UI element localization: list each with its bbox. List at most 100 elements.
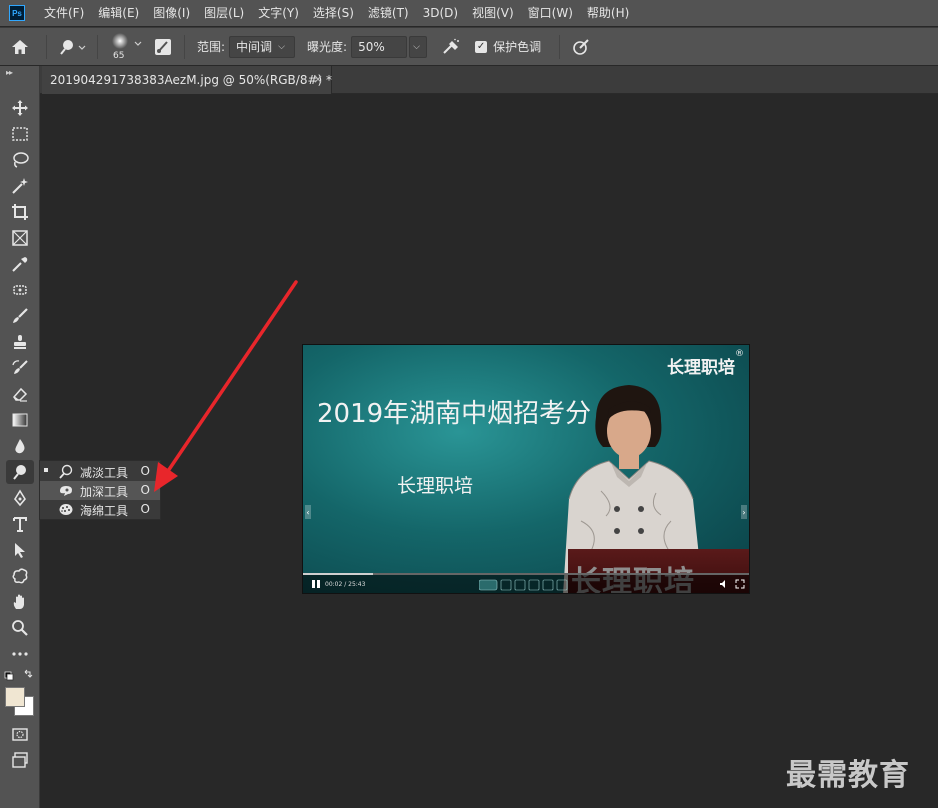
home-icon[interactable] (0, 39, 40, 55)
exposure-slider-toggle[interactable]: ⌵ (409, 35, 428, 58)
protect-tones-checkbox[interactable]: ✓ (475, 40, 488, 53)
video-progress-fill (303, 573, 373, 575)
hand-tool[interactable] (6, 590, 34, 614)
menu-view[interactable]: 视图(V) (465, 0, 521, 26)
flyout-item-sponge[interactable]: 海绵工具 O (40, 500, 160, 519)
healing-brush-tool[interactable] (6, 278, 34, 302)
exposure-value: 50% (358, 39, 385, 54)
dodge-tool[interactable] (6, 460, 34, 484)
panel-collapse-icon[interactable]: ▸▸ (6, 68, 13, 77)
chevron-down-icon: ⌵ (413, 41, 420, 52)
flyout-item-label: 减淡工具 (80, 466, 129, 480)
eraser-tool[interactable] (6, 382, 34, 406)
video-control-buttons (479, 579, 568, 591)
video-time: 00:02 / 25:43 (325, 581, 366, 588)
menu-layer[interactable]: 图层(L) (197, 0, 251, 26)
document-tab-title: 201904291738383AezM.jpg @ 50%(RGB/8#) * (50, 73, 333, 87)
volume-icon (720, 580, 725, 588)
hand-icon (13, 594, 24, 609)
exposure-label: 曝光度: (307, 40, 348, 54)
tools-panel: ▸▸ (0, 66, 40, 808)
pressure-size-button[interactable] (566, 38, 596, 56)
dodge-tool-icon (60, 39, 86, 55)
brush-settings-button[interactable] (148, 38, 178, 56)
stamp-icon (14, 335, 26, 349)
dodge-icon (59, 464, 73, 479)
red-annotation-arrow (154, 280, 298, 492)
type-icon (13, 517, 27, 532)
menu-file[interactable]: 文件(F) (37, 0, 91, 26)
custom-shape-icon (12, 568, 28, 584)
menu-3d[interactable]: 3D(D) (416, 0, 465, 26)
document-tab-bar: 201904291738383AezM.jpg @ 50%(RGB/8#) * … (40, 66, 938, 94)
range-value: 中间调 (236, 40, 273, 54)
crop-icon (12, 204, 28, 220)
menu-type[interactable]: 文字(Y) (251, 0, 306, 26)
pen-tool[interactable] (6, 486, 34, 510)
range-select[interactable]: 中间调 ⌵ (229, 35, 296, 58)
gradient-icon (12, 413, 28, 427)
tool-preset-picker[interactable] (53, 38, 91, 56)
document-canvas-image[interactable]: 长理职培 ® 2019年湖南中烟招考分 长理职培 长理职培 ‹ › 00:02 … (302, 344, 750, 594)
foreground-color-swatch[interactable] (5, 687, 25, 707)
watermark: 最需教育 (786, 758, 910, 793)
separator (559, 34, 561, 59)
move-icon (12, 100, 28, 116)
photoshop-logo[interactable]: Ps (9, 5, 25, 21)
color-controls (4, 668, 36, 682)
arrow-cursor-icon (15, 543, 25, 558)
pressure-icon (573, 38, 589, 55)
canvas-title-text: 2019年湖南中烟招考分 (317, 399, 592, 429)
close-icon[interactable]: × (313, 72, 323, 86)
swap-colors-icon[interactable] (24, 669, 33, 678)
burn-icon (60, 486, 72, 496)
menu-select[interactable]: 选择(S) (306, 0, 361, 26)
menu-image[interactable]: 图像(I) (146, 0, 197, 26)
exposure-input[interactable]: 50% (351, 35, 408, 58)
dodge-icon (13, 465, 26, 480)
marquee-tool[interactable] (6, 122, 34, 146)
water-drop-icon (15, 439, 25, 454)
frame-tool[interactable] (6, 226, 34, 250)
frame-icon (12, 230, 28, 246)
crop-tool[interactable] (6, 200, 34, 224)
rectangle-marquee-icon (12, 127, 28, 141)
document-tab[interactable]: 201904291738383AezM.jpg @ 50%(RGB/8#) * … (42, 66, 332, 94)
flyout-item-label: 海绵工具 (80, 504, 129, 518)
move-tool[interactable] (6, 96, 34, 120)
history-brush-tool[interactable] (6, 356, 34, 380)
gradient-tool[interactable] (6, 408, 34, 432)
menu-filter[interactable]: 滤镜(T) (361, 0, 416, 26)
zoom-tool[interactable] (6, 616, 34, 640)
brush-icon (13, 308, 28, 323)
menu-edit[interactable]: 编辑(E) (91, 0, 146, 26)
magic-wand-tool[interactable] (6, 174, 34, 198)
airbrush-icon (443, 38, 460, 54)
path-selection-tool[interactable] (6, 538, 34, 562)
type-tool[interactable] (6, 512, 34, 536)
custom-shape-tool[interactable] (6, 564, 34, 588)
menu-bar: Ps 文件(F) 编辑(E) 图像(I) 图层(L) 文字(Y) 选择(S) 滤… (0, 0, 938, 26)
separator (184, 34, 185, 59)
airbrush-button[interactable] (433, 38, 469, 56)
eraser-icon (13, 387, 28, 402)
options-bar: 65 范围: 中间调 ⌵ 曝光度: 50% ⌵ ✓ 保护色调 (0, 27, 938, 65)
lasso-tool[interactable] (6, 148, 34, 172)
shortcut-key: O (140, 502, 150, 516)
blur-tool[interactable] (6, 434, 34, 458)
quick-mask-icon (12, 728, 28, 741)
magic-wand-icon (12, 178, 28, 194)
brush-preset-picker[interactable]: 65 (104, 30, 148, 64)
quick-mask-button[interactable] (6, 722, 34, 746)
eyedropper-icon (12, 257, 28, 272)
menu-help[interactable]: 帮助(H) (580, 0, 636, 26)
eyedropper-tool[interactable] (6, 252, 34, 276)
menu-window[interactable]: 窗口(W) (521, 0, 580, 26)
separator (97, 34, 98, 59)
sponge-icon (59, 504, 73, 515)
screen-mode-button[interactable] (6, 748, 34, 772)
edit-toolbar-button[interactable] (6, 642, 34, 666)
brush-tool[interactable] (6, 304, 34, 328)
history-brush-icon (12, 360, 28, 374)
clone-stamp-tool[interactable] (6, 330, 34, 354)
